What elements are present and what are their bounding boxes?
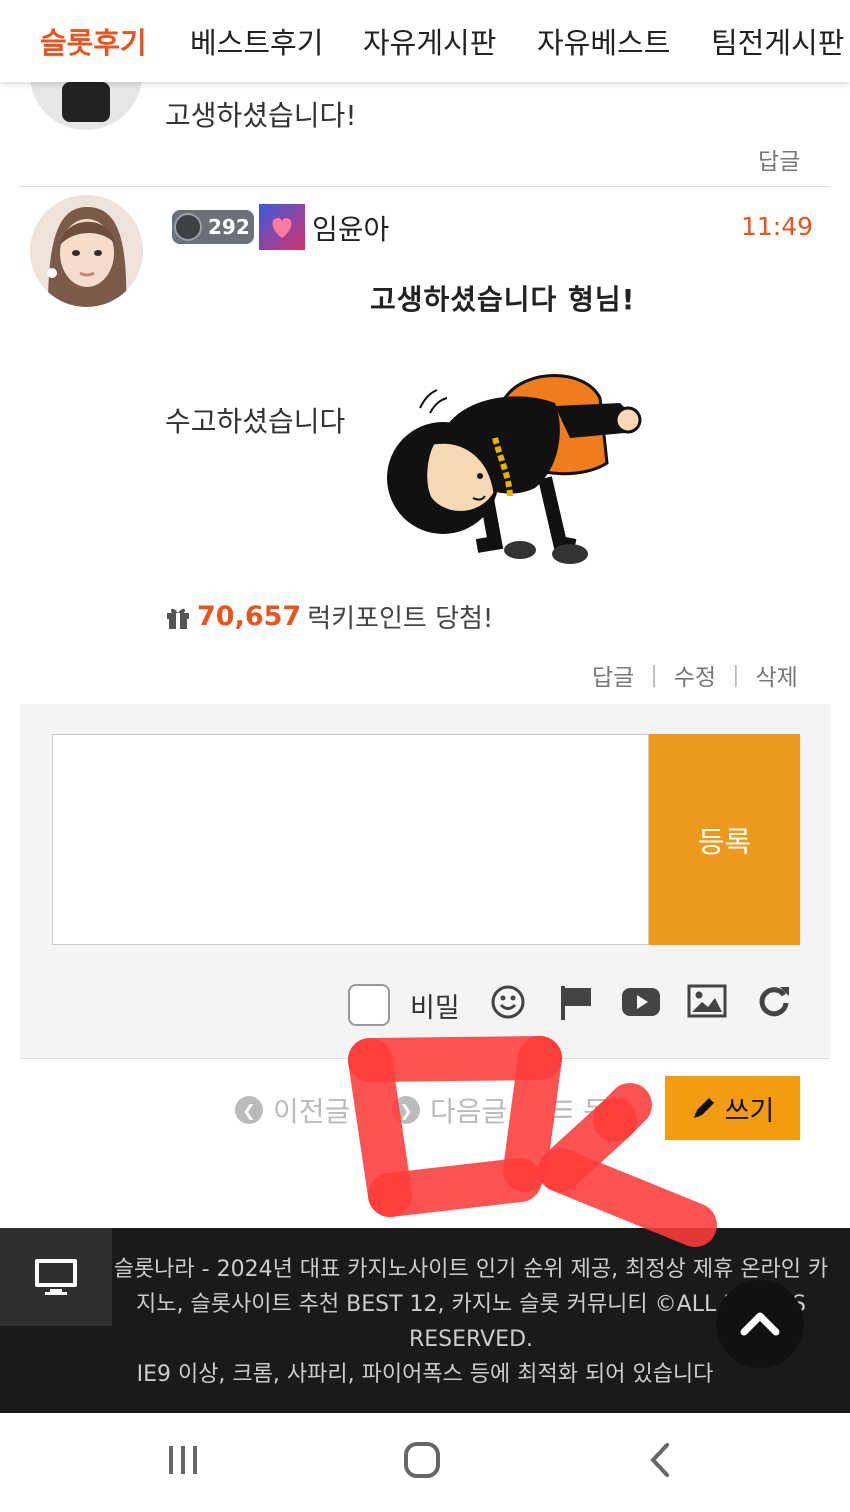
list-icon: ☰ <box>552 1096 574 1124</box>
points-text: 럭키포인트 당첨! <box>307 604 494 634</box>
write-button[interactable]: 쓰기 <box>665 1076 800 1140</box>
monitor-icon <box>33 1257 79 1297</box>
user-badge-image <box>259 204 305 250</box>
divider <box>20 186 830 187</box>
tab-best-review[interactable]: 베스트후기 <box>190 20 323 62</box>
secret-checkbox[interactable] <box>348 984 390 1026</box>
tab-slot-review[interactable]: 슬롯후기 <box>40 20 147 62</box>
reply-link[interactable]: 답글 <box>592 658 634 692</box>
back-icon[interactable] <box>646 1441 674 1479</box>
red-annotation-scribble <box>330 1030 730 1250</box>
level-badge: 292 <box>172 210 254 244</box>
top-nav: 슬롯후기 베스트후기 자유게시판 자유베스트 팀전게시판 <box>0 0 850 82</box>
tab-free-best[interactable]: 자유베스트 <box>537 20 670 62</box>
next-post-link[interactable]: ❯ 다음글 <box>392 1090 507 1130</box>
pc-version-button[interactable] <box>0 1228 112 1326</box>
tab-free-board[interactable]: 자유게시판 <box>363 20 496 62</box>
image-icon[interactable] <box>687 984 727 1018</box>
comment-text: 고생하셨습니다! <box>165 99 357 132</box>
recent-apps-icon[interactable] <box>166 1443 200 1477</box>
home-icon[interactable] <box>403 1441 441 1479</box>
comment-textarea[interactable] <box>52 734 649 945</box>
author-name[interactable]: 임윤아 <box>312 208 389 248</box>
secret-label: 비밀 <box>410 993 460 1024</box>
bowing-emoticon <box>385 368 645 573</box>
submit-button[interactable]: 등록 <box>649 734 800 945</box>
delete-link[interactable]: 삭제 <box>756 658 798 692</box>
reply-link[interactable]: 답글 <box>758 142 800 176</box>
refresh-icon[interactable] <box>756 983 792 1019</box>
divider: | <box>732 662 740 688</box>
system-nav-bar <box>0 1413 850 1512</box>
prev-post-link[interactable]: ❮ 이전글 <box>235 1090 350 1130</box>
smile-icon[interactable] <box>490 984 526 1020</box>
divider <box>20 1058 830 1059</box>
scroll-top-button[interactable] <box>716 1280 804 1368</box>
youtube-icon[interactable] <box>621 986 661 1018</box>
chevron-right-icon: ❯ <box>392 1096 420 1124</box>
comment-text: 수고하셨습니다 <box>165 405 346 438</box>
gift-icon <box>165 604 191 630</box>
flag-icon[interactable] <box>558 982 594 1022</box>
divider: | <box>650 662 658 688</box>
avatar <box>30 195 143 307</box>
lucky-points: 70,657 럭키포인트 당첨! <box>165 598 493 635</box>
chevron-up-icon <box>740 1312 780 1336</box>
comment-time: 11:49 <box>741 212 814 241</box>
pencil-icon <box>691 1095 717 1121</box>
comment-actions: 답글 | 수정 | 삭제 <box>592 658 798 692</box>
points-value: 70,657 <box>197 601 302 632</box>
chevron-left-icon: ❮ <box>235 1096 263 1124</box>
tab-team-board[interactable]: 팀전게시판 <box>711 20 844 62</box>
list-link[interactable]: ☰ 목록 <box>552 1090 635 1130</box>
emoticon-caption: 고생하셨습니다 형님! <box>370 283 636 316</box>
edit-link[interactable]: 수정 <box>674 658 716 692</box>
